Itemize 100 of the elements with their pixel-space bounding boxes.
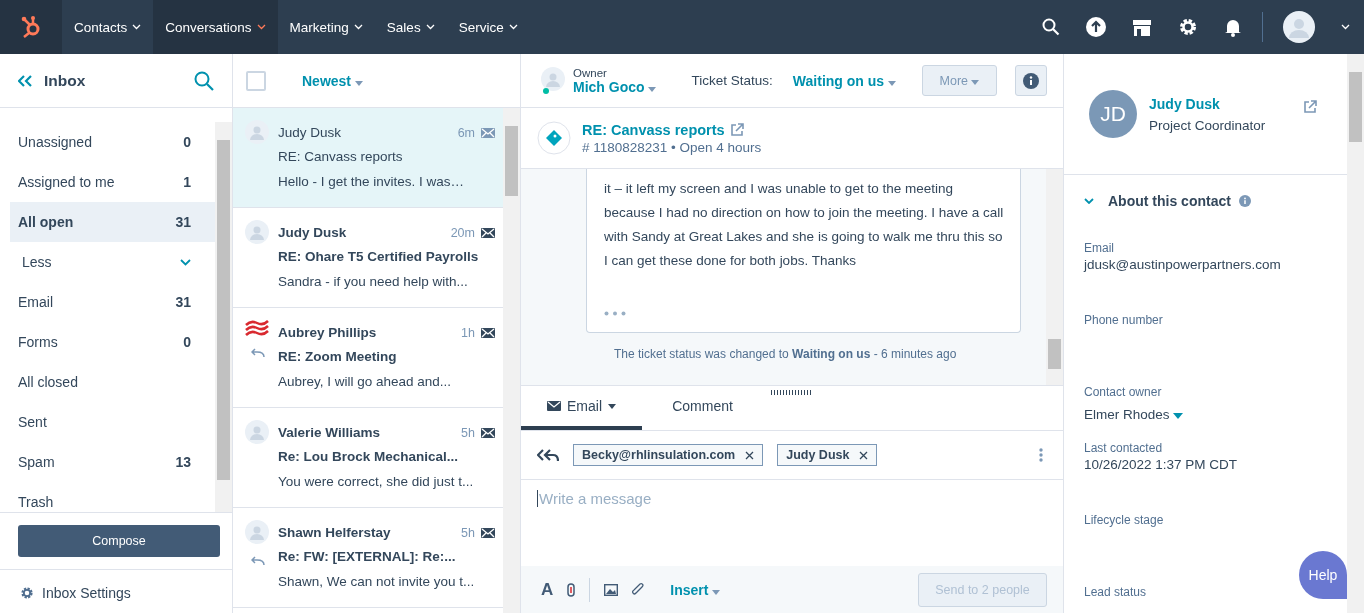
conversation-item[interactable]: Judy Dusk 6m RE: Canvass reports Hello - I get the invites. I was… bbox=[233, 108, 503, 208]
nav-menu-item[interactable]: Conversations bbox=[153, 0, 278, 54]
property-value[interactable]: 10/26/2022 1:37 PM CDT bbox=[1084, 457, 1327, 472]
thread-preview: Shawn, We can not invite you t... bbox=[278, 574, 476, 590]
chevron-icon[interactable] bbox=[180, 258, 191, 266]
contact-name-link[interactable]: Judy Dusk bbox=[1149, 95, 1291, 112]
inbox-filter-item[interactable]: Unassigned 0 bbox=[10, 122, 215, 162]
settings-icon[interactable] bbox=[1178, 17, 1198, 37]
nav-menu-item[interactable]: Sales bbox=[374, 0, 447, 54]
sprocket-logo-icon[interactable] bbox=[0, 0, 62, 54]
inbox-filter-item[interactable]: All open 31 bbox=[10, 202, 215, 242]
inbox-filter-item[interactable]: Assigned to me 1 bbox=[10, 162, 215, 202]
contact-avatar-icon bbox=[245, 420, 269, 444]
scrollbar[interactable] bbox=[215, 122, 232, 512]
user-avatar-icon[interactable] bbox=[1283, 11, 1315, 43]
reply-all-icon[interactable] bbox=[537, 448, 559, 462]
contact-avatar-icon bbox=[245, 220, 269, 244]
sort-dropdown[interactable]: Newest bbox=[302, 72, 363, 89]
inbox-filter-item[interactable]: Spam 13 bbox=[10, 442, 215, 482]
message-text: it – it left my screen and I was unable to get to the meeting because I had no direction on how to join the meeting. I have a call with Sandy at Great Lakes and she is going to walk me thru this so I can get these done for both jobs. Thanks bbox=[604, 180, 1004, 270]
owner-dropdown[interactable]: Mich Goco bbox=[573, 78, 657, 95]
ticket-status-dropdown[interactable]: Waiting on us bbox=[792, 72, 896, 89]
owner-avatar-icon bbox=[541, 66, 567, 95]
remove-icon[interactable] bbox=[745, 450, 755, 460]
envelope-icon bbox=[547, 401, 561, 411]
image-icon[interactable] bbox=[604, 583, 619, 596]
contact-initials-avatar: JD bbox=[1089, 90, 1137, 138]
section-title[interactable]: About this contact bbox=[1108, 193, 1231, 209]
company-logo-icon bbox=[245, 320, 269, 336]
info-button[interactable] bbox=[1015, 65, 1047, 96]
scrollbar[interactable] bbox=[503, 108, 520, 613]
compose-button[interactable]: Compose bbox=[18, 525, 220, 557]
sender-name: Judy Dusk bbox=[278, 125, 343, 140]
text-format-button[interactable]: A bbox=[541, 579, 554, 600]
inbox-settings-link[interactable]: Inbox Settings bbox=[42, 585, 131, 601]
section-chevron-icon[interactable] bbox=[1084, 198, 1094, 204]
settings-icon[interactable] bbox=[20, 586, 34, 600]
composer-tab[interactable]: Comment bbox=[642, 386, 763, 430]
sender-name: Shawn Helferstay bbox=[278, 525, 392, 540]
thread-subject: RE: Zoom Meeting bbox=[278, 349, 398, 365]
ticket-title-link[interactable]: RE: Canvass reports bbox=[582, 121, 725, 138]
chevron-down-icon[interactable] bbox=[256, 24, 266, 30]
marketplace-store-icon[interactable] bbox=[1132, 17, 1152, 37]
inbox-filter-item[interactable]: Trash bbox=[10, 482, 215, 512]
help-button[interactable]: Help bbox=[1299, 551, 1347, 599]
email-envelope-icon bbox=[481, 427, 495, 438]
composer-tab[interactable]: Email bbox=[521, 386, 642, 430]
external-link-icon[interactable] bbox=[1303, 100, 1317, 114]
status-change-note: The ticket status was changed to Waiting on us - 6 minutes ago bbox=[613, 347, 958, 361]
info-icon bbox=[1238, 195, 1251, 207]
inbox-filter-item[interactable]: Email 31 bbox=[10, 282, 215, 322]
scrollbar[interactable] bbox=[1347, 54, 1364, 613]
search-icon[interactable] bbox=[1042, 18, 1060, 36]
info-icon[interactable] bbox=[1023, 72, 1039, 89]
inbox-filter-item[interactable]: All closed bbox=[10, 362, 215, 402]
contact-role: Project Coordinator bbox=[1149, 117, 1267, 133]
ticket-icon bbox=[537, 121, 571, 155]
collapse-chevrons-icon[interactable] bbox=[18, 74, 32, 87]
notifications-bell-icon[interactable] bbox=[1224, 17, 1242, 37]
external-link-icon[interactable] bbox=[729, 122, 744, 137]
nav-menu-item[interactable]: Contacts bbox=[62, 0, 154, 54]
thread-time: 1h bbox=[461, 325, 475, 340]
email-envelope-icon bbox=[481, 527, 495, 538]
nav-menu-item[interactable]: Marketing bbox=[277, 0, 375, 54]
property-label: Email bbox=[1084, 241, 1115, 255]
sender-name: Aubrey Phillips bbox=[278, 325, 378, 340]
inbox-filter-item[interactable]: Sent bbox=[10, 402, 215, 442]
thread-time: 5h bbox=[461, 525, 475, 540]
scrollbar[interactable] bbox=[1046, 169, 1063, 385]
thread-subject: Re: FW: [EXTERNAL]: Re:... bbox=[278, 549, 457, 565]
select-all-checkbox[interactable] bbox=[246, 70, 266, 91]
email-envelope-icon bbox=[481, 127, 495, 138]
thread-time: 20m bbox=[450, 225, 475, 240]
more-options-icon[interactable] bbox=[1039, 448, 1043, 462]
remove-icon[interactable] bbox=[859, 450, 869, 460]
nav-menu-item[interactable]: Service bbox=[446, 0, 530, 54]
caret-icon[interactable] bbox=[608, 403, 616, 409]
account-caret-icon[interactable] bbox=[1341, 24, 1350, 30]
show-less-toggle[interactable]: Less bbox=[10, 242, 215, 282]
thread-time: 5h bbox=[461, 425, 475, 440]
recipient-chip[interactable]: Judy Dusk bbox=[777, 444, 878, 466]
ticket-status-label: Ticket Status: bbox=[691, 73, 773, 88]
thread-subject: RE: Ohare T5 Certified Payrolls bbox=[278, 249, 480, 265]
property-dropdown[interactable]: Elmer Rhodes bbox=[1084, 407, 1327, 422]
thread-time: 6m bbox=[457, 125, 475, 140]
link-icon[interactable] bbox=[567, 582, 576, 597]
thread-preview: Aubrey, I will go ahead and... bbox=[278, 374, 453, 390]
thread-preview: Sandra - if you need help with... bbox=[278, 274, 469, 290]
inbox-filter-item[interactable]: Forms 0 bbox=[10, 322, 215, 362]
recipient-chip[interactable]: Becky@rhlinsulation.com bbox=[573, 444, 764, 466]
thread-subject: Re: Lou Brock Mechanical... bbox=[278, 449, 460, 465]
paperclip-icon[interactable] bbox=[632, 582, 645, 597]
sender-name: Valerie Williams bbox=[278, 425, 381, 440]
property-label: Lead status bbox=[1084, 585, 1148, 599]
property-label: Lifecycle stage bbox=[1084, 513, 1165, 527]
expand-dots-icon[interactable] bbox=[604, 311, 626, 316]
email-envelope-icon bbox=[481, 327, 495, 338]
property-value[interactable]: jdusk@austinpowerpartners.com bbox=[1084, 257, 1327, 272]
property-label: Last contacted bbox=[1084, 441, 1164, 455]
thread-subject: RE: Canvass reports bbox=[278, 149, 404, 165]
